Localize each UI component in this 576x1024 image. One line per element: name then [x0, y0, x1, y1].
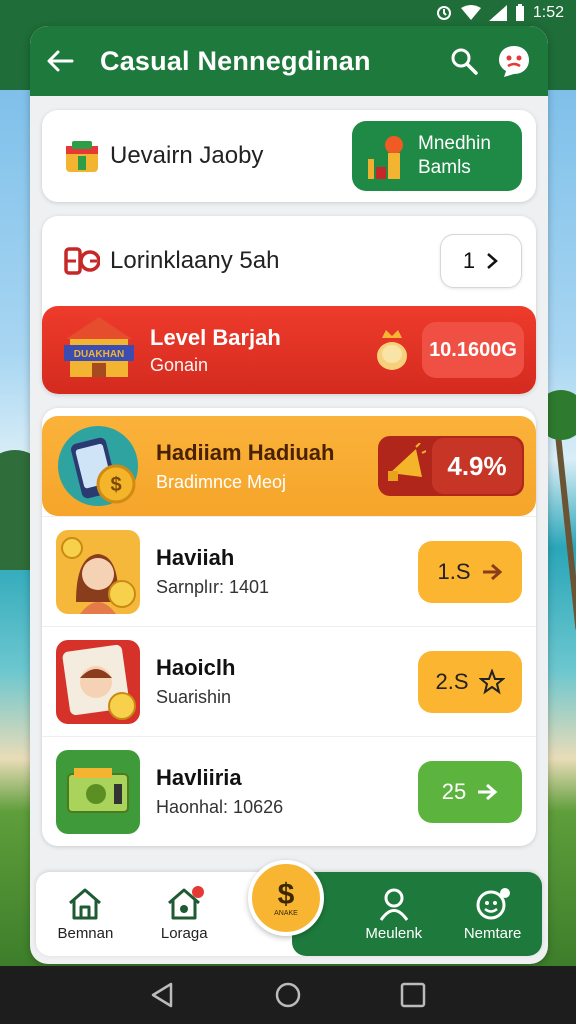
- phone-coin-icon: $: [58, 426, 138, 506]
- arrow-left-icon: [47, 50, 74, 72]
- casino-building-icon: DUAKHAN: [64, 317, 134, 377]
- nav-store-label: Loraga: [160, 924, 208, 942]
- search-button[interactable]: [444, 41, 484, 81]
- banner-subtitle: Gonain: [150, 354, 209, 375]
- page-title: Casual Nennegdinan: [100, 45, 371, 76]
- star-icon: [478, 668, 505, 694]
- bamls-label: Bamls: [418, 157, 471, 178]
- banner-value: 10.1600G: [422, 322, 524, 378]
- promo-percent: 4.9%: [432, 438, 522, 494]
- nav-home[interactable]: Bemnan: [36, 872, 135, 956]
- nav-more-label: Nemtare: [463, 924, 522, 942]
- status-time: 1:52: [532, 4, 564, 21]
- signal-icon: [488, 5, 507, 21]
- mnedhin-button[interactable]: Mnedhin Bamls: [352, 121, 522, 191]
- status-bar: 1:52: [0, 0, 576, 26]
- level-label: Lorinklaany 5ah: [110, 247, 280, 274]
- list-item-title: Havliiria: [156, 765, 242, 790]
- list-item-button-label: 2.S: [435, 668, 469, 694]
- level-row: Lorinklaany 5ah 1: [42, 216, 536, 306]
- search-icon: [451, 48, 478, 75]
- svg-text:$: $: [110, 474, 121, 496]
- nav-profile-label: Meulenk: [365, 924, 423, 942]
- wifi-icon: [460, 5, 481, 20]
- promo-subtitle: Bradimnce Meoj: [156, 471, 287, 492]
- list-item[interactable]: Haoiclh Suarishin 2.S: [42, 626, 536, 736]
- money-bill-icon: [67, 767, 129, 813]
- avatar-thumbnail: [56, 749, 140, 834]
- nav-profile[interactable]: Meulenk: [344, 872, 443, 956]
- list-item-title: Haoiclh: [156, 655, 236, 680]
- bg-logo-icon: [64, 247, 100, 275]
- nav-more[interactable]: Nemtare: [443, 872, 542, 956]
- casino-building-text: DUAKHAN: [74, 349, 125, 360]
- center-coin-button[interactable]: $ ANAKE: [248, 860, 324, 936]
- list-item-title: Haviiah: [156, 545, 235, 570]
- arrow-right-icon: [478, 783, 498, 800]
- list-item-button[interactable]: 2.S: [418, 650, 522, 713]
- arrow-right-icon: [482, 563, 502, 580]
- system-home-icon[interactable]: [274, 981, 302, 1009]
- app-bar: Casual Nennegdinan: [30, 26, 548, 96]
- wallet-icon: [66, 141, 98, 172]
- nav-store[interactable]: Loraga: [135, 872, 234, 956]
- chat-button[interactable]: [494, 41, 534, 81]
- avatar-thumbnail: [56, 529, 140, 614]
- money-bag-icon: [377, 330, 407, 370]
- alarm-icon: [436, 6, 451, 20]
- list-item-button-label: 25: [441, 778, 467, 804]
- list-item-button[interactable]: 25: [418, 760, 522, 823]
- nav-home-label: Bemnan: [57, 924, 114, 942]
- list-item[interactable]: Haviiah Sarnplır: 1401 1.S: [42, 516, 536, 626]
- app-window: Casual Nennegdinan Uevairn Jaoby Mnedhin…: [30, 26, 548, 964]
- system-back-icon[interactable]: [149, 981, 177, 1009]
- level-number-button[interactable]: 1: [440, 234, 522, 288]
- notification-dot: [191, 886, 204, 898]
- smiley-badge-icon: [476, 887, 510, 919]
- bottom-navigation: Bemnan Loraga $ ANAKE Meulenk Nemtare: [36, 860, 542, 956]
- promo-banner[interactable]: $ Hadiiam Hadiuah Bradimnce Meoj 4.9%: [42, 416, 536, 516]
- banner-title: Level Barjah: [150, 324, 281, 350]
- system-recents-icon[interactable]: [399, 981, 427, 1009]
- megaphone-icon: [388, 443, 426, 481]
- list-item-subtitle: Sarnplır: 1401: [156, 577, 270, 597]
- level-card: Lorinklaany 5ah 1 DUAKHAN Level Barjah G…: [42, 216, 536, 394]
- list-item-subtitle: Suarishin: [156, 687, 232, 707]
- rewards-card: $ Hadiiam Hadiuah Bradimnce Meoj 4.9% Ha…: [42, 408, 536, 846]
- trophy-icon: [368, 136, 403, 179]
- promo-title: Hadiiam Hadiuah: [156, 439, 335, 465]
- boy-card-icon: [62, 644, 136, 720]
- center-coin-caption: ANAKE: [274, 909, 298, 917]
- list-item-button-label: 1.S: [437, 558, 471, 584]
- home-icon: [69, 888, 102, 919]
- back-button[interactable]: [44, 45, 76, 77]
- system-navigation-bar: [0, 966, 576, 1024]
- wallet-card: Uevairn Jaoby Mnedhin Bamls: [42, 110, 536, 202]
- avatar-thumbnail: [56, 639, 140, 724]
- list-item-subtitle: Haonhal: 10626: [156, 797, 284, 817]
- level-number: 1: [462, 248, 476, 273]
- wallet-row[interactable]: Uevairn Jaoby Mnedhin Bamls: [42, 110, 536, 202]
- mnedhin-label: Mnedhin: [418, 133, 491, 154]
- list-item-button[interactable]: 1.S: [418, 540, 522, 603]
- level-banner[interactable]: DUAKHAN Level Barjah Gonain 10.1600G: [42, 306, 536, 394]
- chat-bubble-icon: [499, 46, 529, 77]
- girl-avatar-icon: [61, 536, 136, 614]
- palm-tree-trunk: [552, 410, 576, 630]
- battery-icon: [515, 4, 524, 21]
- chevron-right-icon: [487, 253, 499, 269]
- promo-percent-box: 4.9%: [378, 436, 524, 496]
- wallet-label: Uevairn Jaoby: [110, 142, 264, 169]
- list-item[interactable]: Havliiria Haonhal: 10626 25: [42, 736, 536, 846]
- person-icon: [379, 888, 408, 921]
- content-area: Uevairn Jaoby Mnedhin Bamls Lorinklaany …: [30, 96, 548, 846]
- dollar-icon: $: [277, 877, 295, 911]
